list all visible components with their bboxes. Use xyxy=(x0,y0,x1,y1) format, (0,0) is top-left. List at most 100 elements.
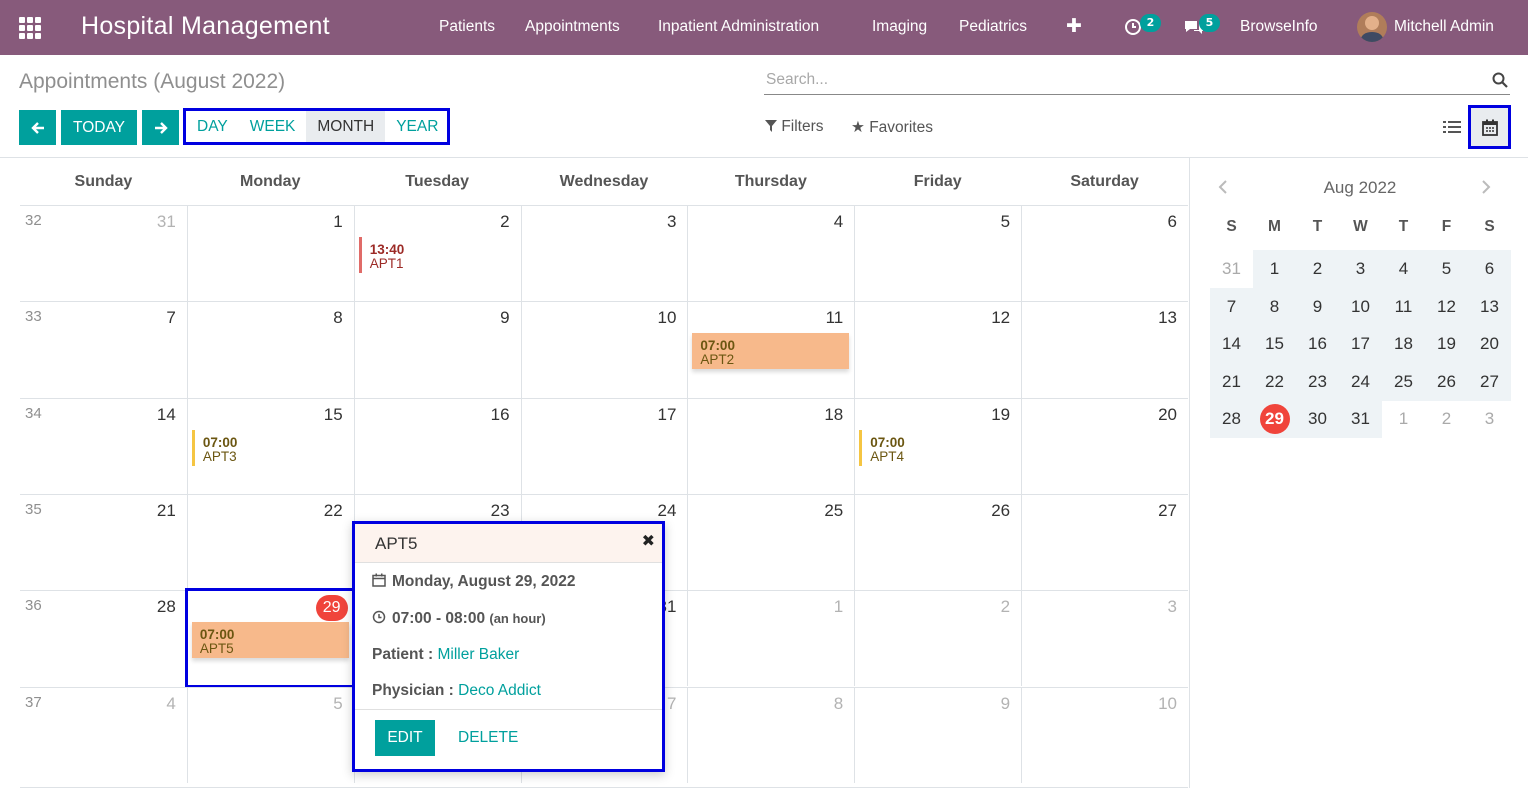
day-cell[interactable]: 8 xyxy=(687,686,855,783)
mini-calendar-day[interactable]: 16 xyxy=(1296,325,1339,363)
calendar-event[interactable]: 13:40 APT1 xyxy=(358,237,516,273)
mini-calendar-day[interactable]: 5 xyxy=(1425,250,1468,288)
mini-calendar-day[interactable]: 23 xyxy=(1296,362,1339,401)
previous-button[interactable] xyxy=(19,110,56,145)
day-cell[interactable]: 9 xyxy=(854,686,1022,783)
mini-calendar-day[interactable]: 19 xyxy=(1425,325,1468,363)
mini-calendar-day[interactable]: 21 xyxy=(1210,362,1253,401)
day-cell[interactable]: 22 xyxy=(186,493,354,591)
mini-calendar-day[interactable]: 4 xyxy=(1382,250,1425,288)
day-cell[interactable]: 1 xyxy=(687,590,855,687)
mini-calendar-day[interactable]: 1 xyxy=(1382,400,1425,438)
day-cell[interactable]: 37 4 xyxy=(20,686,187,783)
mini-calendar-day[interactable]: 31 xyxy=(1339,400,1382,438)
day-cell[interactable]: 27 xyxy=(1021,493,1188,591)
day-cell[interactable]: 13 xyxy=(1021,301,1188,398)
day-cell[interactable]: 3 xyxy=(520,205,688,302)
mini-calendar-day[interactable]: 22 xyxy=(1253,362,1296,401)
mini-calendar-day[interactable]: 6 xyxy=(1468,250,1511,288)
mini-calendar-day[interactable]: 27 xyxy=(1468,362,1511,401)
user-menu[interactable]: Mitchell Admin xyxy=(1394,18,1494,36)
search-input[interactable] xyxy=(766,71,1466,89)
mini-calendar-day[interactable]: 7 xyxy=(1210,287,1253,326)
company-switcher[interactable]: BrowseInfo xyxy=(1240,18,1318,36)
mini-calendar-day[interactable]: 28 xyxy=(1210,400,1253,438)
day-cell[interactable]: 5 xyxy=(186,686,354,783)
mini-calendar-day[interactable]: 13 xyxy=(1468,287,1511,326)
day-cell[interactable]: 26 xyxy=(854,493,1022,591)
list-view-icon[interactable] xyxy=(1443,119,1461,135)
scale-year-button[interactable]: YEAR xyxy=(385,111,449,142)
calendar-view-button[interactable] xyxy=(1468,105,1511,149)
mini-calendar-day[interactable]: 3 xyxy=(1468,400,1511,438)
day-cell[interactable]: 25 xyxy=(687,493,855,591)
mini-calendar-day[interactable]: 9 xyxy=(1296,287,1339,326)
mini-calendar-day[interactable]: 25 xyxy=(1382,362,1425,401)
scale-day-button[interactable]: DAY xyxy=(186,111,239,142)
mini-calendar-day[interactable]: 12 xyxy=(1425,287,1468,326)
edit-button[interactable]: EDIT xyxy=(375,720,435,756)
mini-calendar-day[interactable]: 17 xyxy=(1339,325,1382,363)
menu-appointments[interactable]: Appointments xyxy=(525,18,620,36)
app-title[interactable]: Hospital Management xyxy=(81,12,330,41)
mini-calendar-day[interactable]: 20 xyxy=(1468,325,1511,363)
chevron-left-icon[interactable] xyxy=(1217,180,1229,194)
mini-calendar-today[interactable]: 29 xyxy=(1253,400,1296,438)
day-cell[interactable]: 36 28 xyxy=(20,590,187,686)
mini-calendar-day[interactable]: 26 xyxy=(1425,362,1468,401)
day-cell[interactable]: 20 xyxy=(1021,397,1188,494)
delete-button[interactable]: DELETE xyxy=(458,729,518,747)
mini-calendar-day[interactable]: 3 xyxy=(1339,250,1382,288)
next-button[interactable] xyxy=(142,110,179,145)
day-cell[interactable]: 4 xyxy=(687,205,855,302)
day-cell[interactable]: 17 xyxy=(520,397,688,494)
today-button[interactable]: TODAY xyxy=(61,110,137,145)
day-cell[interactable]: 10 xyxy=(1021,686,1188,783)
day-cell[interactable]: 12 xyxy=(854,301,1022,398)
mini-calendar-day[interactable]: 2 xyxy=(1425,400,1468,438)
patient-link[interactable]: Miller Baker xyxy=(437,646,519,663)
day-cell[interactable]: 9 xyxy=(353,301,521,398)
day-cell[interactable]: 16 xyxy=(353,397,521,494)
day-cell[interactable]: 18 xyxy=(687,397,855,494)
day-cell[interactable]: 1 xyxy=(186,205,354,302)
physician-link[interactable]: Deco Addict xyxy=(458,682,541,699)
search-icon[interactable] xyxy=(1492,72,1508,88)
calendar-event[interactable]: 07:00 APT3 xyxy=(191,429,349,466)
scale-week-button[interactable]: WEEK xyxy=(239,111,307,142)
mini-calendar-day[interactable]: 14 xyxy=(1210,325,1253,363)
avatar[interactable] xyxy=(1357,12,1387,42)
scale-month-button[interactable]: MONTH xyxy=(306,111,386,142)
day-cell[interactable]: 8 xyxy=(186,301,354,398)
filters-button[interactable]: Filters xyxy=(765,118,824,136)
chevron-right-icon[interactable] xyxy=(1480,180,1492,194)
favorites-button[interactable]: ★ Favorites xyxy=(851,118,933,137)
mini-calendar-day[interactable]: 15 xyxy=(1253,325,1296,363)
calendar-event[interactable]: 07:00 APT2 xyxy=(692,333,850,370)
day-cell[interactable]: 2 xyxy=(854,590,1022,687)
plus-icon[interactable]: ✚ xyxy=(1066,15,1082,37)
mini-calendar-day[interactable]: 30 xyxy=(1296,400,1339,438)
menu-pediatrics[interactable]: Pediatrics xyxy=(959,18,1027,36)
day-cell[interactable]: 32 31 xyxy=(20,205,187,301)
mini-calendar-day[interactable]: 24 xyxy=(1339,362,1382,401)
mini-calendar-day[interactable]: 18 xyxy=(1382,325,1425,363)
mini-calendar-day[interactable]: 11 xyxy=(1382,287,1425,326)
day-cell[interactable]: 34 14 xyxy=(20,397,187,494)
mini-calendar-day[interactable]: 8 xyxy=(1253,287,1296,326)
day-cell[interactable]: 33 7 xyxy=(20,301,187,397)
day-cell[interactable]: 3 xyxy=(1021,590,1188,687)
menu-imaging[interactable]: Imaging xyxy=(872,18,927,36)
day-cell[interactable]: 10 xyxy=(520,301,688,398)
app-menu-icon[interactable] xyxy=(19,17,41,39)
close-icon[interactable]: ✖ xyxy=(642,531,655,550)
day-cell[interactable]: 5 xyxy=(854,205,1022,302)
calendar-event[interactable]: 07:00 APT5 xyxy=(191,622,349,659)
menu-patients[interactable]: Patients xyxy=(439,18,495,36)
day-cell[interactable]: 35 21 xyxy=(20,493,187,590)
menu-inpatient-administration[interactable]: Inpatient Administration xyxy=(658,18,819,36)
mini-calendar-day[interactable]: 31 xyxy=(1210,250,1253,288)
mini-calendar-day[interactable]: 1 xyxy=(1253,250,1296,288)
day-cell[interactable]: 6 xyxy=(1021,205,1188,302)
calendar-event[interactable]: 07:00 APT4 xyxy=(859,429,1016,466)
